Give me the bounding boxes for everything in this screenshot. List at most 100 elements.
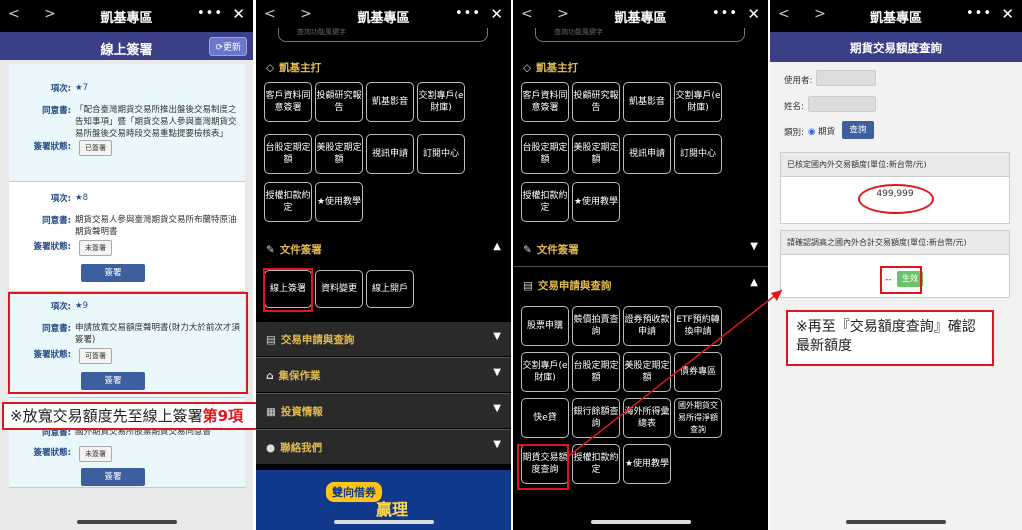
- btn-subscription[interactable]: 訂閱中心: [417, 134, 465, 174]
- chevron-down-icon: ▼: [493, 439, 501, 450]
- sign-button[interactable]: 簽署: [81, 468, 145, 486]
- btn-client-consent[interactable]: 客戶資料同意簽署: [264, 82, 312, 122]
- chevron-down-icon: ▼: [493, 331, 501, 342]
- confirm-limit-label: 請確認調高之國內外合計交易額度(單位:新台幣/元): [781, 231, 1009, 255]
- btn-research-report[interactable]: 投顧研究報告: [572, 82, 620, 122]
- btn-tutorial[interactable]: ★使用教學: [623, 444, 671, 484]
- status-badge: 未簽署: [79, 240, 112, 256]
- type-radio[interactable]: ◉ 期貨: [808, 125, 835, 137]
- edit-icon: ✎: [523, 244, 532, 256]
- seq-value: ★7: [75, 83, 89, 93]
- card-icon: ▤: [266, 334, 276, 346]
- btn-foreign-futures-income[interactable]: 國外期貨交易所得淨額查詢: [674, 398, 722, 438]
- highlight-activate: [880, 266, 922, 294]
- btn-etf-convert[interactable]: ETF預約轉換申請: [674, 306, 722, 346]
- bank-icon: ⌂: [266, 370, 274, 382]
- btn-us-dca[interactable]: 美股定期定額: [315, 134, 363, 174]
- btn-quick-loan[interactable]: 快e貸: [521, 398, 569, 438]
- phone-screen-futures-limit: < > 凱基專區 ••• ✕ 期貨交易額度查詢 使用者: 姓名: 類別: ◉ 期…: [770, 0, 1022, 530]
- search-input[interactable]: 查詢功能風鍵字: [278, 28, 488, 42]
- more-icon[interactable]: •••: [455, 6, 481, 21]
- name-label: 姓名:: [784, 102, 804, 112]
- query-button[interactable]: 查詢: [842, 121, 874, 139]
- btn-tw-dca[interactable]: 台股定期定額: [521, 134, 569, 174]
- list-item: 項次: ★7 同意書: 「配合臺灣期貨交易所推出盤後交易制度之告知事項」暨「期貨…: [9, 64, 245, 182]
- refresh-button[interactable]: ⟳更新: [209, 37, 247, 56]
- menu-doc-sign[interactable]: ✎ 文件簽署 ▼: [513, 232, 768, 266]
- close-icon[interactable]: ✕: [490, 5, 503, 23]
- btn-video-apply[interactable]: 視訊申請: [623, 134, 671, 174]
- btn-auction-query[interactable]: 競價拍賣查詢: [572, 306, 620, 346]
- annotation-callout-1: ※放寬交易額度先至線上簽署第9項: [2, 402, 286, 430]
- menu-doc-sign[interactable]: ✎ 文件簽署 ▲: [256, 232, 511, 266]
- browser-topbar: < > 凱基專區 ••• ✕: [0, 0, 253, 32]
- seq-label: 項次:: [50, 194, 71, 204]
- person-icon: ●: [266, 442, 276, 454]
- chevron-down-icon: ▼: [493, 403, 501, 414]
- user-label: 使用者:: [784, 76, 813, 86]
- highlight-item-9: [8, 292, 248, 394]
- btn-stock-subscribe[interactable]: 股票申購: [521, 306, 569, 346]
- btn-video[interactable]: 凱基影音: [623, 82, 671, 122]
- btn-us-dca[interactable]: 美股定期定額: [623, 352, 671, 392]
- close-icon[interactable]: ✕: [1001, 5, 1014, 23]
- menu-trade-apply[interactable]: ▤ 交易申請與查詢 ▲: [513, 268, 768, 302]
- more-icon[interactable]: •••: [197, 6, 223, 21]
- agree-label: 同意書:: [42, 106, 71, 116]
- btn-auth-debit[interactable]: 授權扣款約定: [264, 182, 312, 222]
- divider: [513, 266, 768, 267]
- menu-trade-apply[interactable]: ▤ 交易申請與查詢 ▼: [256, 322, 511, 356]
- browser-topbar: < > 凱基專區 ••• ✕: [770, 0, 1022, 32]
- sign-button[interactable]: 簽署: [81, 264, 145, 282]
- btn-video-apply[interactable]: 視訊申請: [366, 134, 414, 174]
- chevron-up-icon: ▲: [750, 277, 758, 288]
- btn-tutorial[interactable]: ★使用教學: [572, 182, 620, 222]
- btn-settlement-account[interactable]: 交割專戶(e財庫): [674, 82, 722, 122]
- highlight-futures-limit: [517, 444, 569, 490]
- btn-overseas-income[interactable]: 海外所得彙總表: [623, 398, 671, 438]
- more-icon[interactable]: •••: [712, 6, 738, 21]
- home-indicator: [76, 520, 177, 524]
- status-label: 簽署狀態:: [33, 242, 71, 252]
- btn-bond-zone[interactable]: 債券專區: [674, 352, 722, 392]
- agree-text: 期貨交易人參與臺灣期貨交易所布蘭特原油期貨聲明書: [75, 215, 237, 237]
- status-label: 簽署狀態:: [33, 448, 71, 458]
- btn-auth-debit[interactable]: 授權扣款約定: [521, 182, 569, 222]
- diamond-icon: ◇: [523, 62, 532, 74]
- btn-tw-dca[interactable]: 台股定期定額: [264, 134, 312, 174]
- chevron-up-icon: ▲: [493, 241, 501, 252]
- banner-headline: 贏理: [376, 500, 409, 519]
- btn-settlement-account[interactable]: 交割專戶(e財庫): [417, 82, 465, 122]
- radio-selected-icon: ◉: [808, 127, 816, 137]
- btn-subscription[interactable]: 訂閱中心: [674, 134, 722, 174]
- page-title: 期貨交易額度查詢: [850, 41, 942, 55]
- status-label: 簽署狀態:: [33, 142, 71, 152]
- section-featured: ◇ 凱基主打: [266, 62, 322, 74]
- btn-research-report[interactable]: 投顧研究報告: [315, 82, 363, 122]
- btn-auth-debit[interactable]: 授權扣款約定: [572, 444, 620, 484]
- btn-data-change[interactable]: 資料變更: [315, 270, 363, 308]
- btn-bank-balance[interactable]: 銀行餘額查詢: [572, 398, 620, 438]
- chart-icon: ▦: [266, 406, 276, 418]
- btn-us-dca[interactable]: 美股定期定額: [572, 134, 620, 174]
- phone-screen-online-sign: < > 凱基專區 ••• ✕ 線上簽署 ⟳更新 項次: ★7 同意書: 「配合臺…: [0, 0, 253, 530]
- btn-prepay-apply[interactable]: 證券預收款申請: [623, 306, 671, 346]
- btn-tutorial[interactable]: ★使用教學: [315, 182, 363, 222]
- btn-settlement-account[interactable]: 交割專戶(e財庫): [521, 352, 569, 392]
- btn-video[interactable]: 凱基影音: [366, 82, 414, 122]
- home-indicator: [590, 520, 691, 524]
- more-icon[interactable]: •••: [966, 6, 992, 21]
- menu-investment-info[interactable]: ▦ 投資情報 ▼: [256, 394, 511, 428]
- menu-custody[interactable]: ⌂ 集保作業 ▼: [256, 358, 511, 392]
- close-icon[interactable]: ✕: [747, 5, 760, 23]
- section-featured: ◇ 凱基主打: [523, 62, 579, 74]
- name-field: [808, 96, 876, 112]
- search-input[interactable]: 查詢功能風鍵字: [535, 28, 745, 42]
- btn-tw-dca[interactable]: 台股定期定額: [572, 352, 620, 392]
- btn-online-open[interactable]: 線上開戶: [366, 270, 414, 308]
- phone-screen-menu: < > 凱基專區 ••• ✕ 查詢功能風鍵字 ◇ 凱基主打 客戶資料同意簽署 投顧…: [256, 0, 511, 530]
- btn-client-consent[interactable]: 客戶資料同意簽署: [521, 82, 569, 122]
- close-icon[interactable]: ✕: [232, 5, 245, 23]
- seq-value: ★8: [75, 193, 89, 203]
- menu-contact[interactable]: ● 聯絡我們 ▼: [256, 430, 511, 464]
